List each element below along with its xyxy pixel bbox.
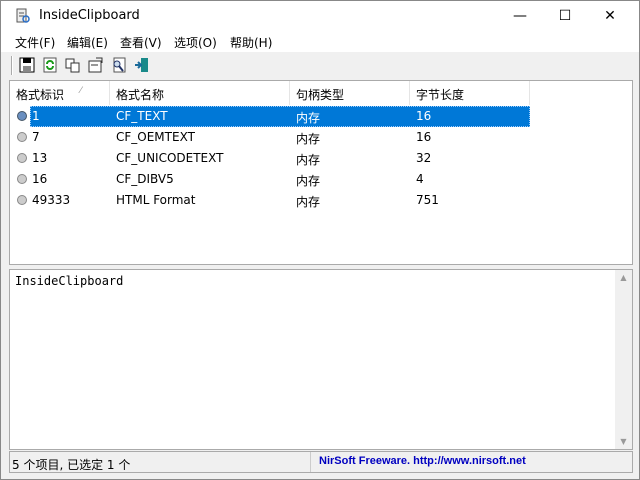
clipboard-format-list[interactable]: 格式标识 ⁄ 格式名称 句柄类型 字节长度 1 CF_TEXT 内存 16 7 C…	[9, 80, 633, 265]
cell-handle-type: 内存	[296, 153, 321, 167]
table-row[interactable]: 49333 HTML Format 内存 751	[10, 190, 530, 211]
scroll-down-icon[interactable]: ▼	[615, 437, 632, 446]
close-button[interactable]: ✕	[587, 1, 633, 31]
status-item-count: 5 个项目, 已选定 1 个	[12, 458, 131, 472]
properties-icon[interactable]	[88, 57, 104, 73]
cell-format-name: CF_TEXT	[116, 109, 168, 123]
content-view[interactable]: InsideClipboard ▲ ▼	[9, 269, 633, 450]
refresh-icon[interactable]	[42, 57, 58, 73]
cell-byte-length: 4	[416, 172, 424, 186]
row-bullet-icon	[17, 195, 27, 205]
table-row[interactable]: 13 CF_UNICODETEXT 内存 32	[10, 148, 530, 169]
row-bullet-icon	[17, 153, 27, 163]
cell-format-id: 16	[32, 172, 48, 186]
row-bullet-icon	[17, 111, 27, 121]
toolbar-grip[interactable]	[11, 56, 13, 75]
cell-handle-type: 内存	[296, 132, 321, 146]
menu-bar: 文件(F) 编辑(E) 查看(V) 选项(O) 帮助(H)	[1, 31, 639, 52]
scroll-up-icon[interactable]: ▲	[615, 273, 632, 282]
minimize-button[interactable]: —	[497, 1, 543, 31]
content-text: InsideClipboard	[15, 274, 124, 288]
sort-indicator-icon: ⁄	[80, 86, 82, 96]
cell-handle-type: 内存	[296, 174, 321, 188]
cell-format-id: 7	[32, 130, 40, 144]
cell-byte-length: 751	[416, 193, 439, 207]
table-row[interactable]: 1 CF_TEXT 内存 16	[10, 106, 530, 127]
column-header-byte-length[interactable]: 字节长度	[410, 81, 530, 105]
window-title: InsideClipboard	[39, 8, 140, 23]
row-bullet-icon	[17, 132, 27, 142]
copy-icon[interactable]	[65, 57, 81, 73]
cell-byte-length: 16	[416, 109, 432, 123]
table-row[interactable]: 16 CF_DIBV5 内存 4	[10, 169, 530, 190]
menu-options[interactable]: 选项(O)	[174, 34, 217, 51]
column-header-format-name[interactable]: 格式名称	[110, 81, 290, 105]
save-icon[interactable]	[19, 57, 35, 73]
column-header-format-id[interactable]: 格式标识 ⁄	[10, 81, 110, 105]
cell-format-name: CF_OEMTEXT	[116, 130, 195, 144]
app-icon	[16, 8, 30, 23]
cell-format-name: HTML Format	[116, 193, 196, 207]
status-bar: 5 个项目, 已选定 1 个 NirSoft Freeware. http://…	[9, 451, 633, 473]
column-label: 格式标识	[16, 88, 65, 102]
row-bullet-icon	[17, 174, 27, 184]
menu-help[interactable]: 帮助(H)	[230, 34, 272, 51]
cell-format-id: 49333	[32, 193, 71, 207]
main-window: InsideClipboard — ☐ ✕ 文件(F) 编辑(E) 查看(V) …	[0, 0, 640, 480]
vertical-scrollbar[interactable]: ▲ ▼	[615, 270, 632, 449]
find-icon[interactable]	[111, 57, 127, 73]
cell-handle-type: 内存	[296, 111, 321, 125]
menu-file[interactable]: 文件(F)	[15, 34, 55, 51]
cell-byte-length: 32	[416, 151, 432, 165]
cell-handle-type: 内存	[296, 195, 321, 209]
exit-icon[interactable]	[134, 57, 150, 73]
table-row[interactable]: 7 CF_OEMTEXT 内存 16	[10, 127, 530, 148]
cell-format-id: 13	[32, 151, 48, 165]
nirsoft-link[interactable]: NirSoft Freeware. http://www.nirsoft.net	[310, 452, 534, 472]
cell-format-name: CF_UNICODETEXT	[116, 151, 224, 165]
cell-format-name: CF_DIBV5	[116, 172, 174, 186]
cell-format-id: 1	[32, 109, 40, 123]
title-bar: InsideClipboard — ☐ ✕	[1, 1, 639, 31]
toolbar	[1, 53, 639, 78]
maximize-button[interactable]: ☐	[542, 1, 588, 31]
menu-edit[interactable]: 编辑(E)	[67, 34, 108, 51]
cell-byte-length: 16	[416, 130, 432, 144]
column-header-handle-type[interactable]: 句柄类型	[290, 81, 410, 105]
selection-highlight	[30, 106, 530, 127]
menu-view[interactable]: 查看(V)	[120, 34, 162, 51]
